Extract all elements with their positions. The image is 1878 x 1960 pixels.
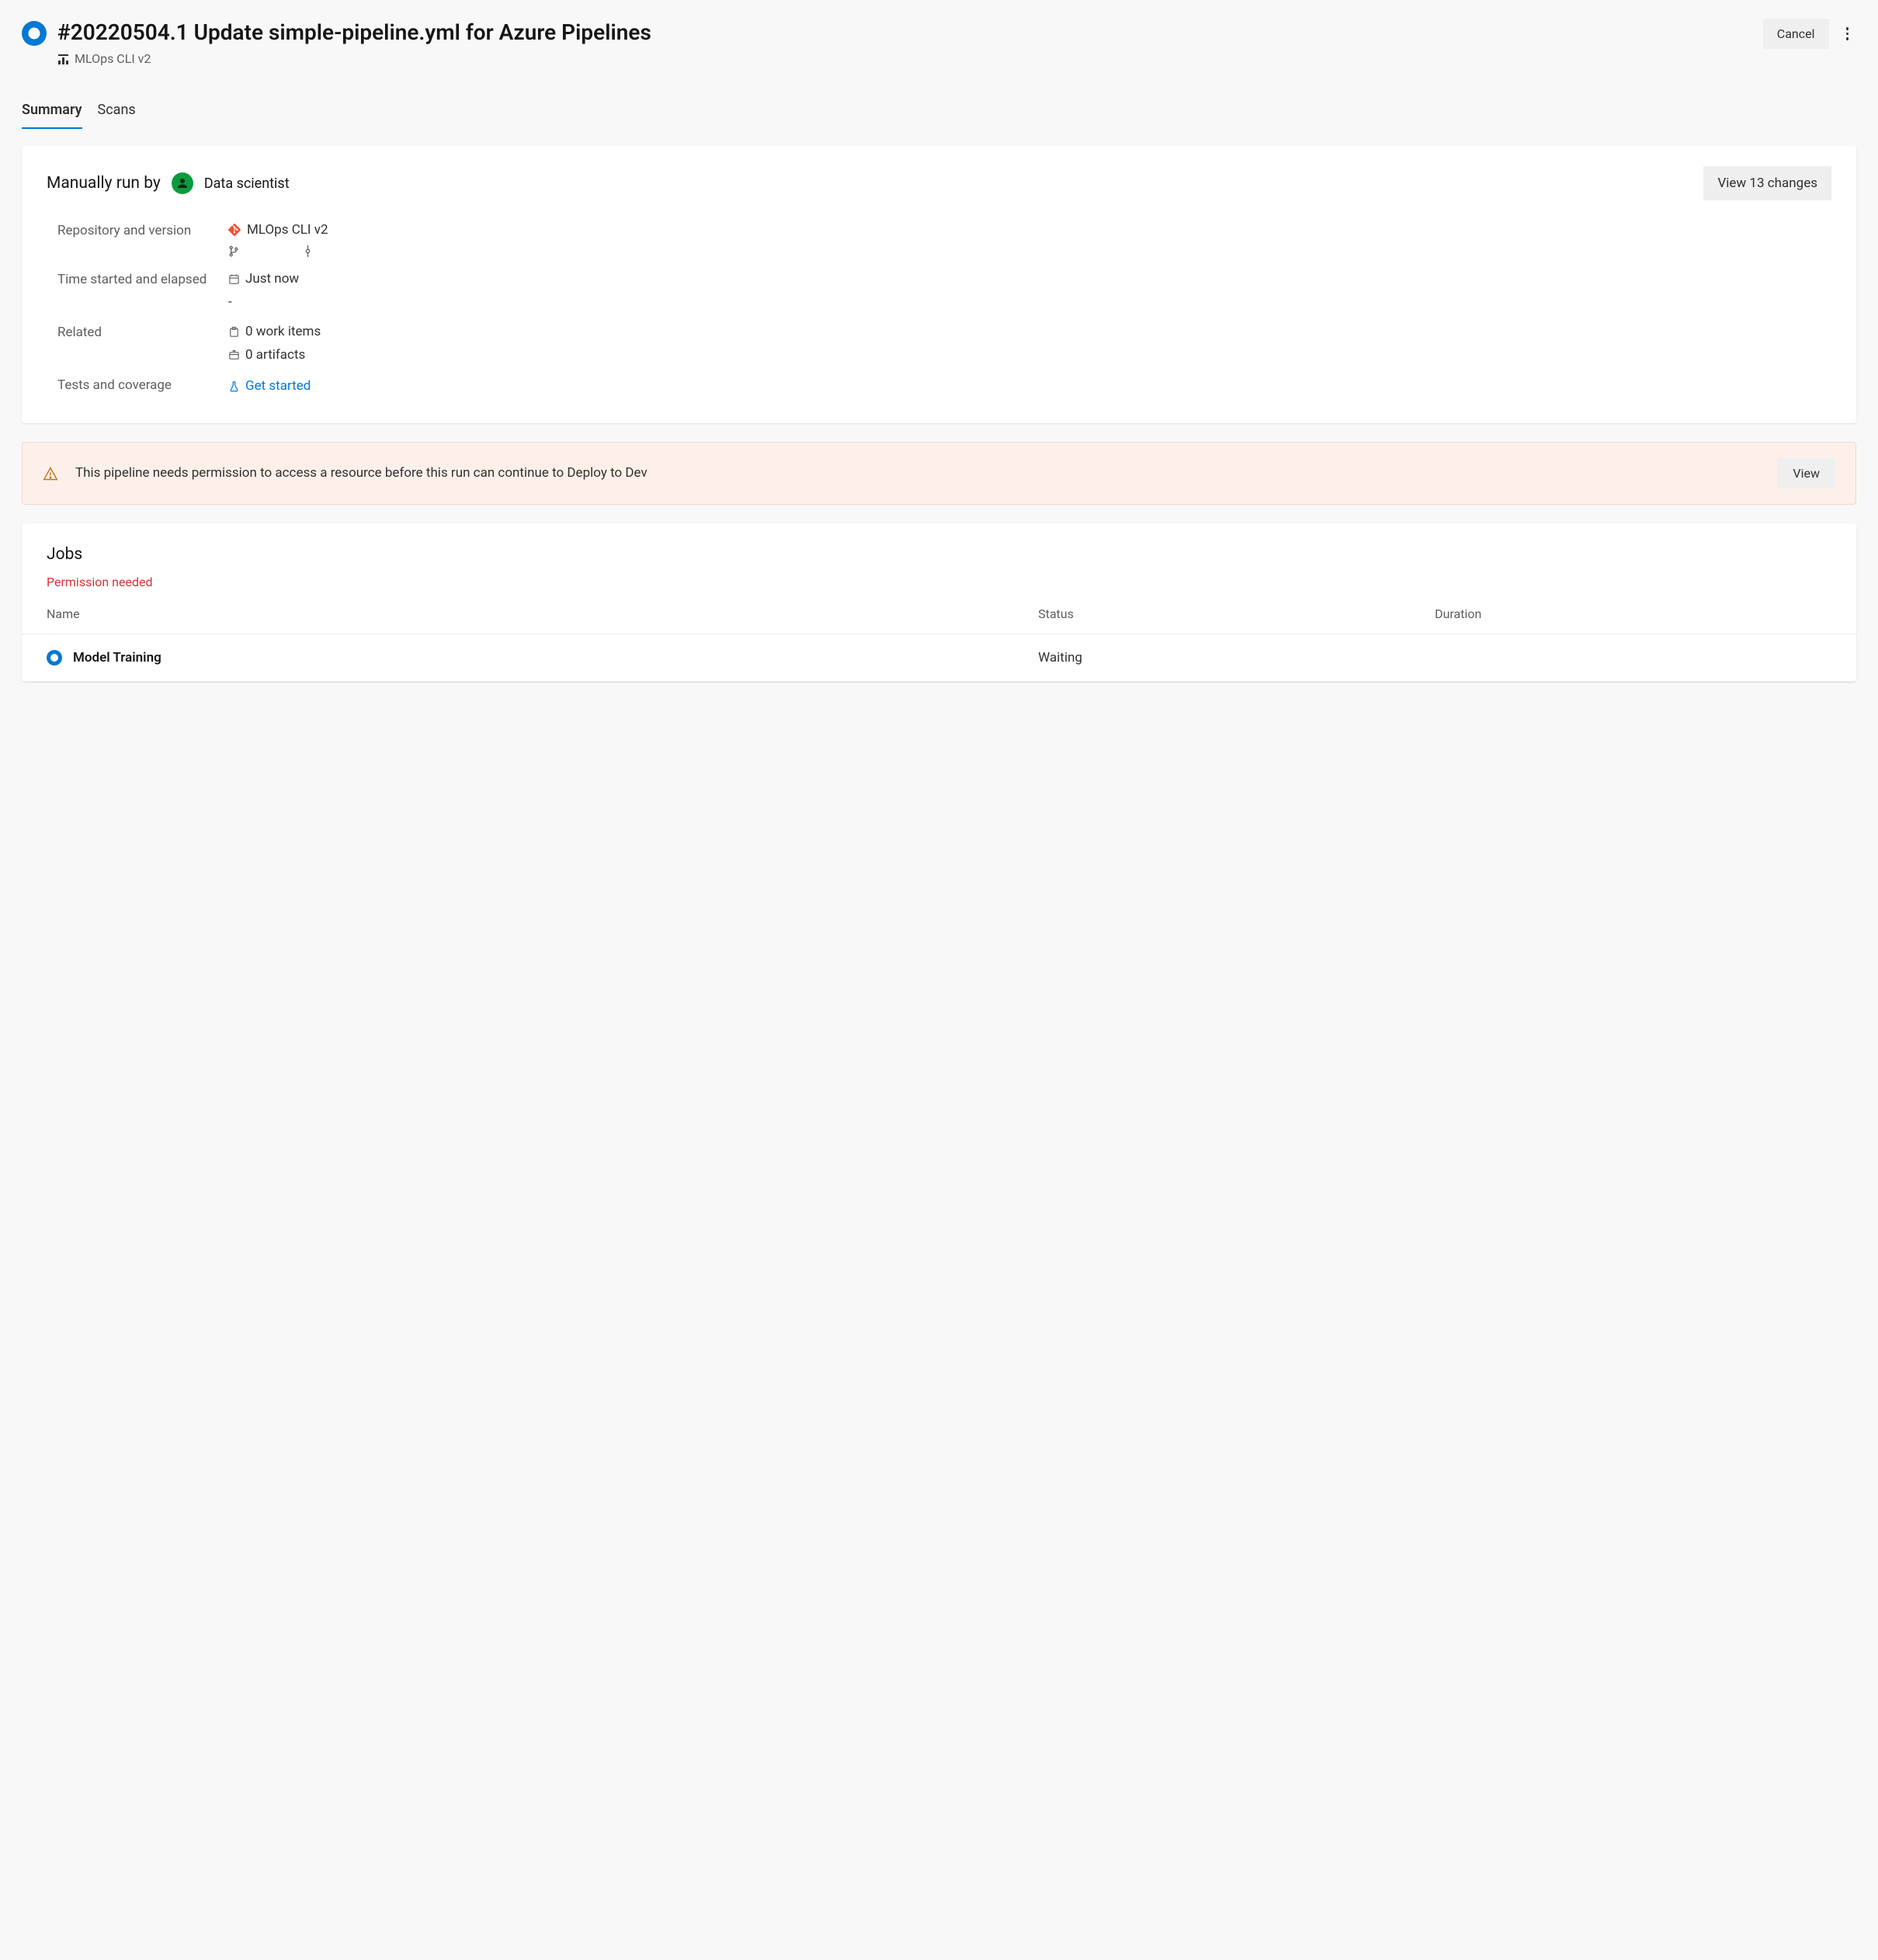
more-vertical-icon [1846, 27, 1849, 40]
work-items-count[interactable]: 0 work items [245, 324, 321, 339]
manually-run-by-label: Manually run by [47, 174, 161, 193]
commit-icon[interactable] [302, 245, 314, 257]
tab-scans[interactable]: Scans [98, 94, 136, 129]
summary-card: Manually run by Data scientist View 13 c… [22, 146, 1856, 423]
page-title: #20220504.1 Update simple-pipeline.yml f… [57, 19, 1752, 47]
jobs-card: Jobs Permission needed Name Status Durat… [22, 523, 1856, 682]
warning-text: This pipeline needs permission to access… [75, 464, 1760, 483]
jobs-title: Jobs [47, 545, 1831, 564]
view-changes-button[interactable]: View 13 changes [1703, 166, 1831, 200]
tests-get-started-link[interactable]: Get started [245, 378, 311, 394]
tab-summary[interactable]: Summary [22, 94, 82, 129]
tabs: Summary Scans [22, 94, 1856, 129]
page-header: #20220504.1 Update simple-pipeline.yml f… [22, 19, 1856, 66]
cancel-button[interactable]: Cancel [1763, 19, 1829, 49]
time-elapsed: - [228, 294, 1831, 310]
artifact-icon [228, 349, 240, 361]
job-status: Waiting [1038, 650, 1435, 665]
jobs-table-header: Name Status Duration [22, 589, 1856, 634]
related-label: Related [57, 324, 213, 363]
view-permission-button[interactable]: View [1777, 458, 1835, 488]
avatar [172, 172, 193, 194]
permission-needed-label: Permission needed [47, 575, 1831, 589]
clock-icon [47, 650, 62, 665]
table-row[interactable]: Model Training Waiting [22, 634, 1856, 682]
calendar-icon [228, 273, 240, 285]
pipeline-icon [57, 53, 70, 65]
git-icon [228, 224, 241, 236]
col-status: Status [1038, 606, 1435, 621]
repo-label: Repository and version [57, 222, 213, 257]
flask-icon [228, 381, 240, 392]
artifacts-count[interactable]: 0 artifacts [245, 347, 305, 363]
branch-icon[interactable] [228, 245, 240, 257]
warning-icon [43, 466, 58, 481]
time-label: Time started and elapsed [57, 271, 213, 310]
time-started: Just now [245, 271, 299, 287]
permission-warning-banner: This pipeline needs permission to access… [22, 442, 1856, 505]
clock-icon [22, 21, 47, 46]
more-actions-button[interactable] [1838, 21, 1857, 47]
run-by-user[interactable]: Data scientist [204, 175, 290, 192]
job-name: Model Training [73, 650, 161, 665]
tests-label: Tests and coverage [57, 377, 213, 395]
repo-name[interactable]: MLOps CLI v2 [247, 222, 328, 238]
col-name: Name [47, 606, 1038, 621]
col-duration: Duration [1435, 606, 1831, 621]
pipeline-name[interactable]: MLOps CLI v2 [75, 51, 151, 66]
workitem-icon [228, 326, 240, 338]
